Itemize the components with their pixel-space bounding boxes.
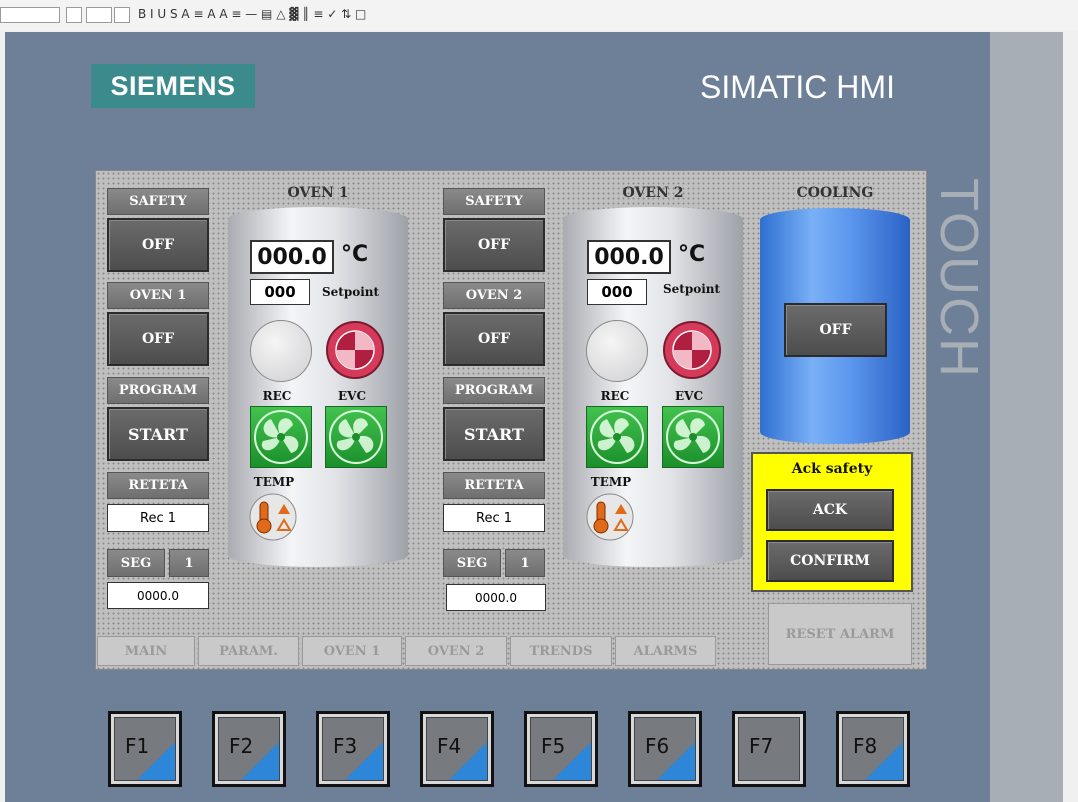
oven2-evc-label: EVC: [674, 389, 703, 403]
siemens-logo: SIEMENS: [91, 64, 255, 108]
f6-key[interactable]: F6: [628, 711, 702, 787]
fan-blades-icon: [254, 410, 308, 464]
editor-toolbar: B I U S A ≡ A A ≡ — ▤ △ ▓ ║ ≡ ✓ ⇅ □: [0, 0, 1078, 30]
oven2-valve-icon: [663, 321, 721, 379]
oven1-seg-label: SEG: [107, 549, 165, 577]
f3-label: F3: [333, 734, 358, 758]
fan-blades-icon: [666, 410, 720, 464]
tab-alarms[interactable]: ALARMS: [615, 636, 716, 666]
oven2-seg-value[interactable]: 0000.0: [446, 584, 546, 611]
oven1-seg-number: 1: [169, 549, 209, 577]
tab-trends[interactable]: TRENDS: [510, 636, 612, 666]
oven1-setpoint-field[interactable]: 000: [250, 279, 310, 305]
oven1-start-button[interactable]: START: [107, 407, 209, 461]
tab-oven1[interactable]: OVEN 1: [302, 636, 402, 666]
oven2-rec-label: REC: [600, 389, 630, 403]
product-name: SIMATIC HMI: [700, 69, 895, 105]
key-face: F2: [218, 717, 280, 781]
oven1-rec-label: REC: [262, 389, 292, 403]
oven2-start-button[interactable]: START: [443, 407, 545, 461]
oven2-label: OVEN 2: [443, 282, 545, 309]
f7-label: F7: [749, 734, 774, 758]
oven2-recipe-label: RETETA: [443, 472, 545, 499]
fan-blades-icon: [329, 410, 383, 464]
oven1-temp-label: TEMP: [253, 475, 295, 489]
format-toolbar-icons[interactable]: B I U S A ≡ A A ≡ — ▤ △ ▓ ║ ≡ ✓ ⇅ □: [138, 6, 366, 22]
oven1-recipe-field[interactable]: Rec 1: [107, 504, 209, 532]
f2-label: F2: [229, 734, 254, 758]
f5-label: F5: [541, 734, 566, 758]
f2-key[interactable]: F2: [212, 711, 286, 787]
oven1-evc-label: EVC: [337, 389, 366, 403]
f5-key[interactable]: F5: [524, 711, 598, 787]
oven2-status-lamp: [586, 320, 648, 382]
key-face: F6: [634, 717, 696, 781]
oven2-safety-button[interactable]: OFF: [443, 218, 545, 272]
oven1-toggle-button[interactable]: OFF: [107, 312, 209, 366]
f1-key[interactable]: F1: [108, 711, 182, 787]
ack-button[interactable]: ACK: [766, 489, 894, 531]
oven2-rec-fan-icon: [586, 406, 648, 468]
oven2-recipe-field[interactable]: Rec 1: [443, 504, 545, 532]
oven1-temperature-value[interactable]: 000.0: [250, 240, 334, 274]
oven2-temp-label: TEMP: [590, 475, 632, 489]
oven2-temperature-unit: °C: [678, 242, 706, 267]
oven1-evc-fan-icon: [325, 406, 387, 468]
key-face: F4: [426, 717, 488, 781]
oven1-safety-button[interactable]: OFF: [107, 218, 209, 272]
oven1-rec-fan-icon: [250, 406, 312, 468]
key-face: F3: [322, 717, 384, 781]
f4-key[interactable]: F4: [420, 711, 494, 787]
f7-key[interactable]: F7: [732, 711, 806, 787]
oven2-thermometer-icon: [586, 493, 634, 541]
oven2-seg-number: 1: [505, 549, 545, 577]
cooling-toggle-button[interactable]: OFF: [784, 303, 887, 357]
oven1-thermometer-icon: [249, 493, 297, 541]
cooling-title: COOLING: [796, 185, 874, 201]
key-face: F1: [114, 717, 176, 781]
tab-main[interactable]: MAIN: [97, 636, 195, 666]
oven2-evc-fan-icon: [662, 406, 724, 468]
key-face: F5: [530, 717, 592, 781]
toolbar-button[interactable]: [66, 7, 82, 23]
f6-label: F6: [645, 734, 670, 758]
f8-key[interactable]: F8: [836, 711, 910, 787]
font-name-field[interactable]: [0, 7, 60, 23]
key-face: F8: [842, 717, 904, 781]
f1-label: F1: [125, 734, 150, 758]
tab-param[interactable]: PARAM.: [198, 636, 299, 666]
oven1-recipe-label: RETETA: [107, 472, 209, 499]
oven2-program-label: PROGRAM: [443, 377, 545, 404]
oven1-seg-value[interactable]: 0000.0: [107, 582, 209, 609]
f8-label: F8: [853, 734, 878, 758]
touch-text: TOUCH: [929, 178, 989, 380]
oven2-title: OVEN 2: [622, 185, 684, 201]
oven1-valve-icon: [326, 321, 384, 379]
hmi-panel-side: [990, 32, 1063, 802]
oven2-setpoint-field[interactable]: 000: [587, 279, 647, 305]
oven1-program-label: PROGRAM: [107, 377, 209, 404]
oven2-toggle-button[interactable]: OFF: [443, 312, 545, 366]
key-face: F7: [738, 717, 800, 781]
f4-label: F4: [437, 734, 462, 758]
touch-label: TOUCH: [925, 178, 995, 380]
oven1-setpoint-label: Setpoint: [322, 285, 380, 299]
oven1-status-lamp: [250, 320, 312, 382]
oven1-title: OVEN 1: [287, 185, 349, 201]
oven1-safety-label: SAFETY: [107, 188, 209, 215]
oven2-seg-label: SEG: [443, 549, 501, 577]
ack-safety-title: Ack safety: [791, 461, 873, 477]
oven2-temperature-value[interactable]: 000.0: [587, 240, 671, 274]
oven1-label: OVEN 1: [107, 282, 209, 309]
font-size-field[interactable]: [86, 7, 112, 23]
dropdown-arrow-icon[interactable]: [114, 7, 130, 23]
confirm-button[interactable]: CONFIRM: [766, 540, 894, 582]
fan-blades-icon: [590, 410, 644, 464]
tab-oven2[interactable]: OVEN 2: [405, 636, 507, 666]
oven1-temperature-unit: °C: [341, 242, 369, 267]
oven2-safety-label: SAFETY: [443, 188, 545, 215]
reset-alarm-button[interactable]: RESET ALARM: [768, 603, 912, 665]
oven2-setpoint-label: Setpoint: [663, 282, 721, 296]
f3-key[interactable]: F3: [316, 711, 390, 787]
